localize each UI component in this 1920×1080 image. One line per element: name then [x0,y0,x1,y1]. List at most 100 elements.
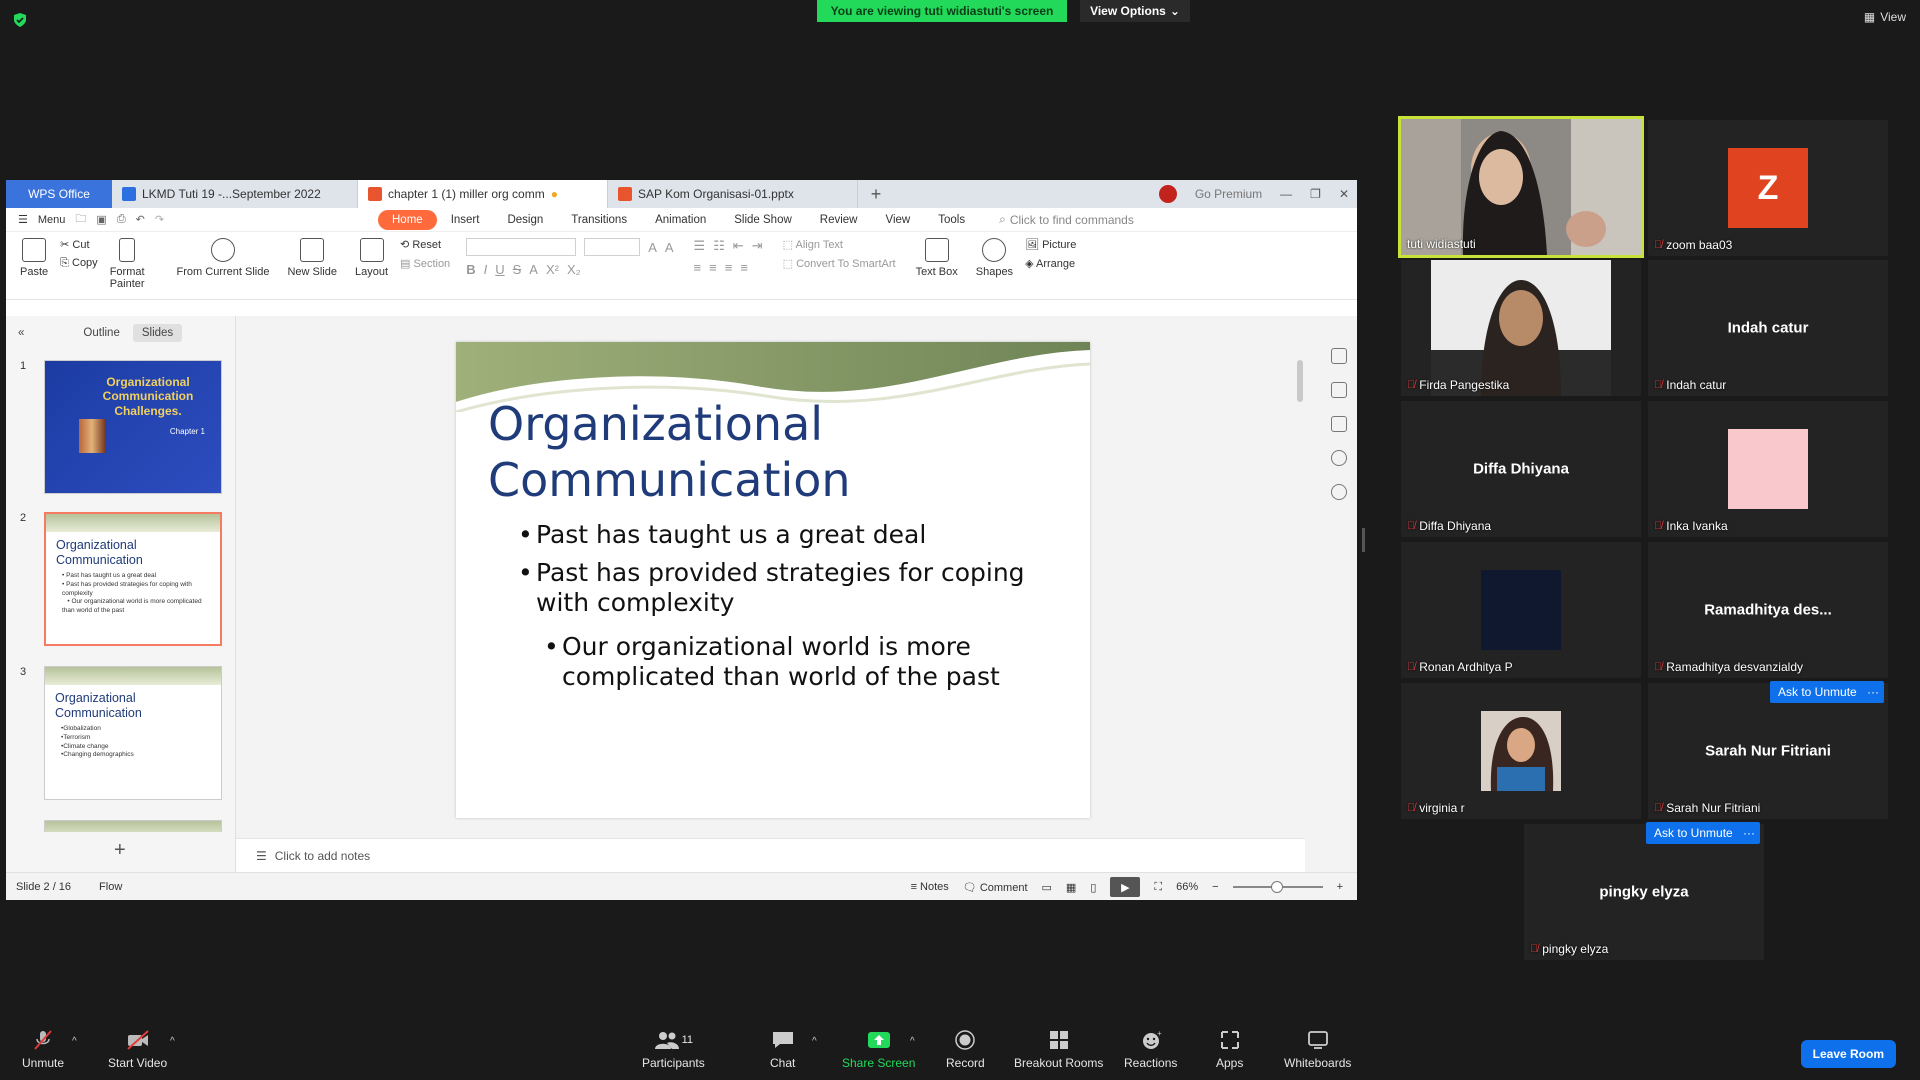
reset-button[interactable]: ⟲ Reset [400,238,450,251]
from-current-slide-button[interactable]: From Current Slide [171,238,276,278]
participant-tile[interactable]: 🎙̸ Firda Pangestika [1401,260,1641,396]
tab-transitions[interactable]: Transitions [557,210,641,230]
participant-tile[interactable]: Z 🎙̸ zoom baa03 [1648,120,1888,256]
align-center-icon[interactable]: ≡ [709,260,717,275]
comment-toggle[interactable]: 🗨 Comment [963,881,1028,894]
flow-label[interactable]: Flow [99,881,122,893]
tab-design[interactable]: Design [493,210,557,230]
participant-tile[interactable]: 🎙̸ Ronan Ardhitya P [1401,542,1641,678]
restore-icon[interactable]: ❐ [1310,187,1321,201]
open-icon[interactable]: 🗀 [75,210,86,229]
participant-tile[interactable]: 🎙̸ Inka Ivanka [1648,401,1888,537]
outdent-icon[interactable]: ⇥ [752,238,763,254]
indent-icon[interactable]: ⇤ [733,238,744,254]
pin-icon[interactable] [1331,382,1347,398]
tab-tools[interactable]: Tools [924,210,979,230]
menu-button[interactable]: Menu [38,214,66,226]
history-icon[interactable] [1331,450,1347,466]
slide-library-icon[interactable] [1331,348,1347,364]
more-options-icon[interactable]: ··· [1862,681,1884,703]
notes-area[interactable]: ☰ Click to add notes [236,838,1305,872]
add-slide-icon[interactable]: + [114,839,126,862]
participant-tile[interactable]: Ramadhitya des... 🎙̸ Ramadhitya desvanzia… [1648,542,1888,678]
tab-sap-kom-pptx[interactable]: SAP Kom Organisasi-01.pptx [608,180,858,208]
ask-to-unmute-button[interactable]: Ask to Unmute [1770,681,1865,703]
whiteboards-button[interactable]: Whiteboards [1284,1030,1351,1070]
leave-room-button[interactable]: Leave Room [1800,1040,1896,1068]
share-options-chevron-icon[interactable]: ^ [910,1036,915,1047]
slide-thumbnail-4[interactable] [20,820,222,832]
fit-window-icon[interactable]: ⛶ [1154,881,1162,894]
audio-options-chevron-icon[interactable]: ^ [72,1036,77,1047]
record-button[interactable]: Record [946,1030,985,1070]
tab-review[interactable]: Review [806,210,872,230]
unmute-button[interactable]: Unmute [22,1030,64,1070]
chat-button[interactable]: Chat [770,1030,795,1070]
find-commands-input[interactable]: ⌕ Click to find commands [999,212,1134,227]
tab-view[interactable]: View [872,210,925,230]
zoom-out-icon[interactable]: − [1212,881,1218,893]
bold-icon[interactable]: B [466,262,475,277]
slide-thumbnail-3[interactable]: 3 Organizational Communication •Globaliz… [20,666,222,800]
new-slide-button[interactable]: New Slide [281,238,343,278]
shrink-font-icon[interactable]: A [665,240,674,255]
normal-view-icon[interactable]: ▭ [1042,881,1052,894]
undo-icon[interactable]: ↶ [136,213,145,226]
picture-button[interactable]: 🖼 Picture [1025,238,1076,251]
underline-icon[interactable]: U [495,262,504,277]
grow-font-icon[interactable]: A [648,240,657,255]
tab-animation[interactable]: Animation [641,210,720,230]
new-tab-icon[interactable]: + [858,180,894,208]
tab-home[interactable]: Home [378,209,437,230]
participant-tile[interactable]: Ask to Unmute ··· Sarah Nur Fitriani 🎙̸ S… [1648,681,1888,819]
hamburger-icon[interactable]: ☰ [18,213,28,226]
participants-button[interactable]: 11 Participants [642,1030,705,1070]
zoom-slider[interactable] [1232,881,1323,893]
tab-outline[interactable]: Outline [74,324,128,342]
security-shield-icon[interactable] [13,13,27,27]
superscript-icon[interactable]: X² [546,262,559,277]
cut-button[interactable]: ✂ Cut [60,238,98,251]
participant-tile[interactable]: Indah catur 🎙̸ Indah catur [1648,260,1888,396]
reactions-button[interactable]: + Reactions [1124,1030,1177,1070]
participant-tile[interactable]: Diffa Dhiyana 🎙̸ Diffa Dhiyana [1401,401,1641,537]
video-options-chevron-icon[interactable]: ^ [170,1036,175,1047]
slide-sorter-icon[interactable]: ▦ [1066,881,1076,894]
participant-tile[interactable]: 🎙̸ virginia r [1401,683,1641,819]
font-color-icon[interactable]: A [529,262,538,277]
wps-office-tab[interactable]: WPS Office [6,180,112,208]
slide-thumbnail-1[interactable]: 1 Organizational Communication Challenge… [20,360,222,494]
vertical-scrollbar[interactable] [1297,328,1305,798]
help-icon[interactable] [1331,484,1347,500]
reading-view-icon[interactable]: ▯ [1090,881,1096,894]
slide-thumbnail-2[interactable]: 2 Organizational Communication • Past ha… [20,512,222,646]
redo-icon[interactable]: ↷ [155,213,164,226]
tab-slides[interactable]: Slides [132,324,183,342]
tab-chapter1-pptx[interactable]: chapter 1 (1) miller org comm ● [358,180,608,208]
share-screen-button[interactable]: Share Screen [842,1030,915,1070]
layout-button[interactable]: Layout [349,238,394,278]
shapes-button[interactable]: Shapes [970,238,1019,278]
chat-options-chevron-icon[interactable]: ^ [812,1036,817,1047]
font-name-select[interactable] [466,238,577,256]
numbering-icon[interactable]: ☷ [713,238,725,254]
view-options-button[interactable]: View Options ⌄ [1080,0,1190,22]
subscript-icon[interactable]: X₂ [567,262,581,277]
view-button[interactable]: ▦ View [1864,10,1906,24]
go-premium-link[interactable]: Go Premium [1195,187,1262,201]
start-video-button[interactable]: Start Video [108,1030,167,1070]
close-icon[interactable]: ✕ [1339,187,1349,201]
align-text-button[interactable]: ⬚ Align Text [783,238,896,251]
copy-button[interactable]: ⎘ Copy [60,257,98,270]
tab-slide-show[interactable]: Slide Show [720,210,806,230]
italic-icon[interactable]: I [484,262,488,277]
align-left-icon[interactable]: ≡ [694,260,702,275]
ask-to-unmute-button[interactable]: Ask to Unmute [1646,822,1741,844]
print-icon[interactable]: ⎙ [117,213,126,226]
save-icon[interactable]: ▣ [96,213,106,226]
breakout-rooms-button[interactable]: Breakout Rooms [1014,1030,1103,1070]
arrange-button[interactable]: ◈ Arrange [1025,257,1076,270]
tab-insert[interactable]: Insert [437,210,494,230]
slideshow-play-button[interactable]: ▶ [1110,877,1141,897]
slide-canvas[interactable]: Organizational Communication Past has ta… [456,342,1090,818]
